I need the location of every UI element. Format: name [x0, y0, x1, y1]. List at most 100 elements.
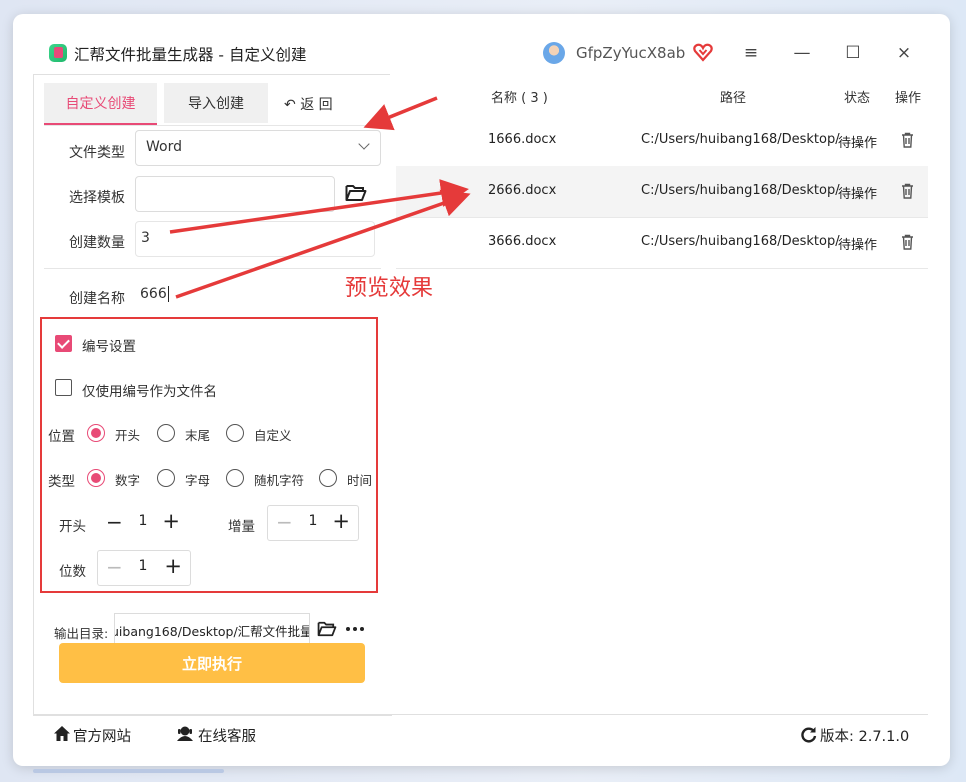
- position-label: 位置: [48, 429, 75, 445]
- file-type-select[interactable]: Word: [135, 130, 381, 166]
- digits-stepper[interactable]: − 1 +: [97, 550, 191, 586]
- increment-button[interactable]: +: [164, 554, 182, 578]
- type-radio-letter[interactable]: [157, 469, 175, 487]
- file-path: C:/Users/huibang168/Desktop/: [641, 132, 840, 147]
- file-name: 3666.docx: [488, 234, 557, 249]
- table-row[interactable]: 3666.docx C:/Users/huibang168/Desktop/ 待…: [396, 217, 928, 269]
- position-radio-start[interactable]: [87, 424, 105, 442]
- file-name: 2666.docx: [488, 183, 557, 198]
- folder-icon[interactable]: [345, 184, 367, 202]
- count-input[interactable]: 3: [135, 221, 375, 257]
- trash-icon[interactable]: [901, 234, 914, 250]
- numbering-enable-label: 编号设置: [82, 339, 136, 355]
- type-option-time: 时间: [347, 473, 371, 488]
- output-dir-value: uibang168/Desktop/汇帮文件批量生成器: [114, 624, 309, 639]
- file-name: 1666.docx: [488, 132, 557, 147]
- file-type-label: 文件类型: [69, 145, 125, 161]
- menu-icon[interactable]: ≡: [738, 40, 764, 66]
- type-radio-number[interactable]: [87, 469, 105, 487]
- name-input[interactable]: 666: [135, 278, 373, 312]
- back-icon: ↶: [284, 97, 296, 113]
- type-option-letter: 字母: [185, 473, 211, 488]
- type-option-random: 随机字符: [254, 473, 305, 488]
- position-radio-end[interactable]: [157, 424, 175, 442]
- run-button[interactable]: 立即执行: [59, 643, 365, 683]
- name-value: 666: [140, 286, 169, 302]
- file-list-panel: 名称 ( 3 ) 路径 状态 操作 1666.docx C:/Users/hui…: [390, 74, 928, 714]
- type-label: 类型: [48, 474, 75, 490]
- column-header-path[interactable]: 路径: [720, 87, 746, 106]
- support-link[interactable]: 在线客服: [198, 725, 256, 746]
- more-icon[interactable]: [345, 626, 365, 632]
- divider: [44, 268, 381, 269]
- type-radio-random[interactable]: [226, 469, 244, 487]
- only-number-label: 仅使用编号作为文件名: [82, 384, 217, 400]
- increment-value: 1: [308, 513, 318, 529]
- file-status: 待操作: [838, 238, 878, 253]
- window-title: 汇帮文件批量生成器 - 自定义创建: [74, 46, 307, 64]
- tab-import-create[interactable]: 导入创建: [164, 83, 268, 123]
- position-radio-custom[interactable]: [226, 424, 244, 442]
- start-value: 1: [138, 513, 148, 529]
- tab-custom-create[interactable]: 自定义创建: [44, 83, 157, 125]
- decrement-button[interactable]: −: [276, 510, 293, 534]
- digits-value: 1: [138, 558, 148, 574]
- template-input[interactable]: [135, 176, 335, 212]
- start-stepper[interactable]: − 1 +: [97, 505, 189, 541]
- refresh-icon[interactable]: [800, 726, 817, 743]
- vip-heart-icon[interactable]: [692, 41, 714, 63]
- decrement-button[interactable]: −: [106, 510, 123, 534]
- increment-button[interactable]: +: [162, 509, 180, 533]
- home-icon: [54, 726, 70, 741]
- count-value: 3: [141, 230, 150, 246]
- position-option-end: 末尾: [185, 428, 211, 443]
- increment-label: 增量: [228, 519, 255, 535]
- decrement-button[interactable]: −: [106, 555, 123, 579]
- divider: [44, 125, 381, 126]
- table-row[interactable]: 1666.docx C:/Users/huibang168/Desktop/ 待…: [396, 115, 928, 167]
- trash-icon[interactable]: [901, 183, 914, 199]
- increment-button[interactable]: +: [332, 509, 350, 533]
- template-label: 选择模板: [69, 190, 125, 206]
- type-option-number: 数字: [115, 473, 141, 488]
- column-header-status[interactable]: 状态: [844, 87, 870, 106]
- title-bar: 汇帮文件批量生成器 - 自定义创建 GfpZyYucX8ab ≡ — ☐ ×: [13, 14, 950, 76]
- count-label: 创建数量: [69, 235, 125, 251]
- app-window: 汇帮文件批量生成器 - 自定义创建 GfpZyYucX8ab ≡ — ☐ × 自…: [13, 14, 950, 766]
- file-status: 待操作: [838, 136, 878, 151]
- support-icon: [177, 726, 193, 741]
- annotation-preview-label: 预览效果: [345, 276, 434, 301]
- chevron-down-icon: [358, 138, 370, 150]
- output-dir-label: 输出目录:: [54, 626, 109, 641]
- file-type-value: Word: [146, 139, 182, 155]
- position-option-custom: 自定义: [254, 428, 292, 443]
- scrollbar[interactable]: [33, 769, 224, 773]
- file-status: 待操作: [838, 187, 878, 202]
- back-label: 返 回: [300, 97, 333, 113]
- close-icon[interactable]: ×: [891, 40, 917, 66]
- minimize-icon[interactable]: —: [789, 40, 815, 66]
- trash-icon[interactable]: [901, 132, 914, 148]
- output-dir-input[interactable]: uibang168/Desktop/汇帮文件批量生成器: [114, 613, 310, 645]
- increment-stepper[interactable]: − 1 +: [267, 505, 359, 541]
- type-radio-time[interactable]: [319, 469, 337, 487]
- folder-icon[interactable]: [317, 621, 337, 637]
- back-button[interactable]: ↶ 返 回: [284, 94, 333, 114]
- column-header-action[interactable]: 操作: [895, 87, 921, 106]
- avatar-icon[interactable]: [543, 42, 565, 64]
- username[interactable]: GfpZyYucX8ab: [576, 44, 685, 62]
- only-number-checkbox[interactable]: [55, 379, 72, 396]
- footer-bar: 官方网站 在线客服 版本: 2.7.1.0: [33, 714, 928, 755]
- position-option-start: 开头: [115, 428, 141, 443]
- file-path: C:/Users/huibang168/Desktop/: [641, 183, 840, 198]
- maximize-icon[interactable]: ☐: [840, 40, 866, 66]
- name-label: 创建名称: [69, 291, 125, 307]
- numbering-settings-highlight: 编号设置 仅使用编号作为文件名 位置 开头 末尾 自定义 类型 数字 字母 随机…: [40, 317, 378, 593]
- start-label: 开头: [59, 519, 86, 535]
- left-panel: 自定义创建 导入创建 ↶ 返 回 文件类型 Word 选择模板 创建数量 3 创…: [33, 74, 392, 716]
- column-header-name[interactable]: 名称 ( 3 ): [491, 87, 548, 106]
- app-logo-icon: [49, 44, 67, 62]
- website-link[interactable]: 官方网站: [73, 725, 131, 746]
- numbering-enable-checkbox[interactable]: [55, 335, 72, 352]
- table-row[interactable]: 2666.docx C:/Users/huibang168/Desktop/ 待…: [396, 166, 928, 218]
